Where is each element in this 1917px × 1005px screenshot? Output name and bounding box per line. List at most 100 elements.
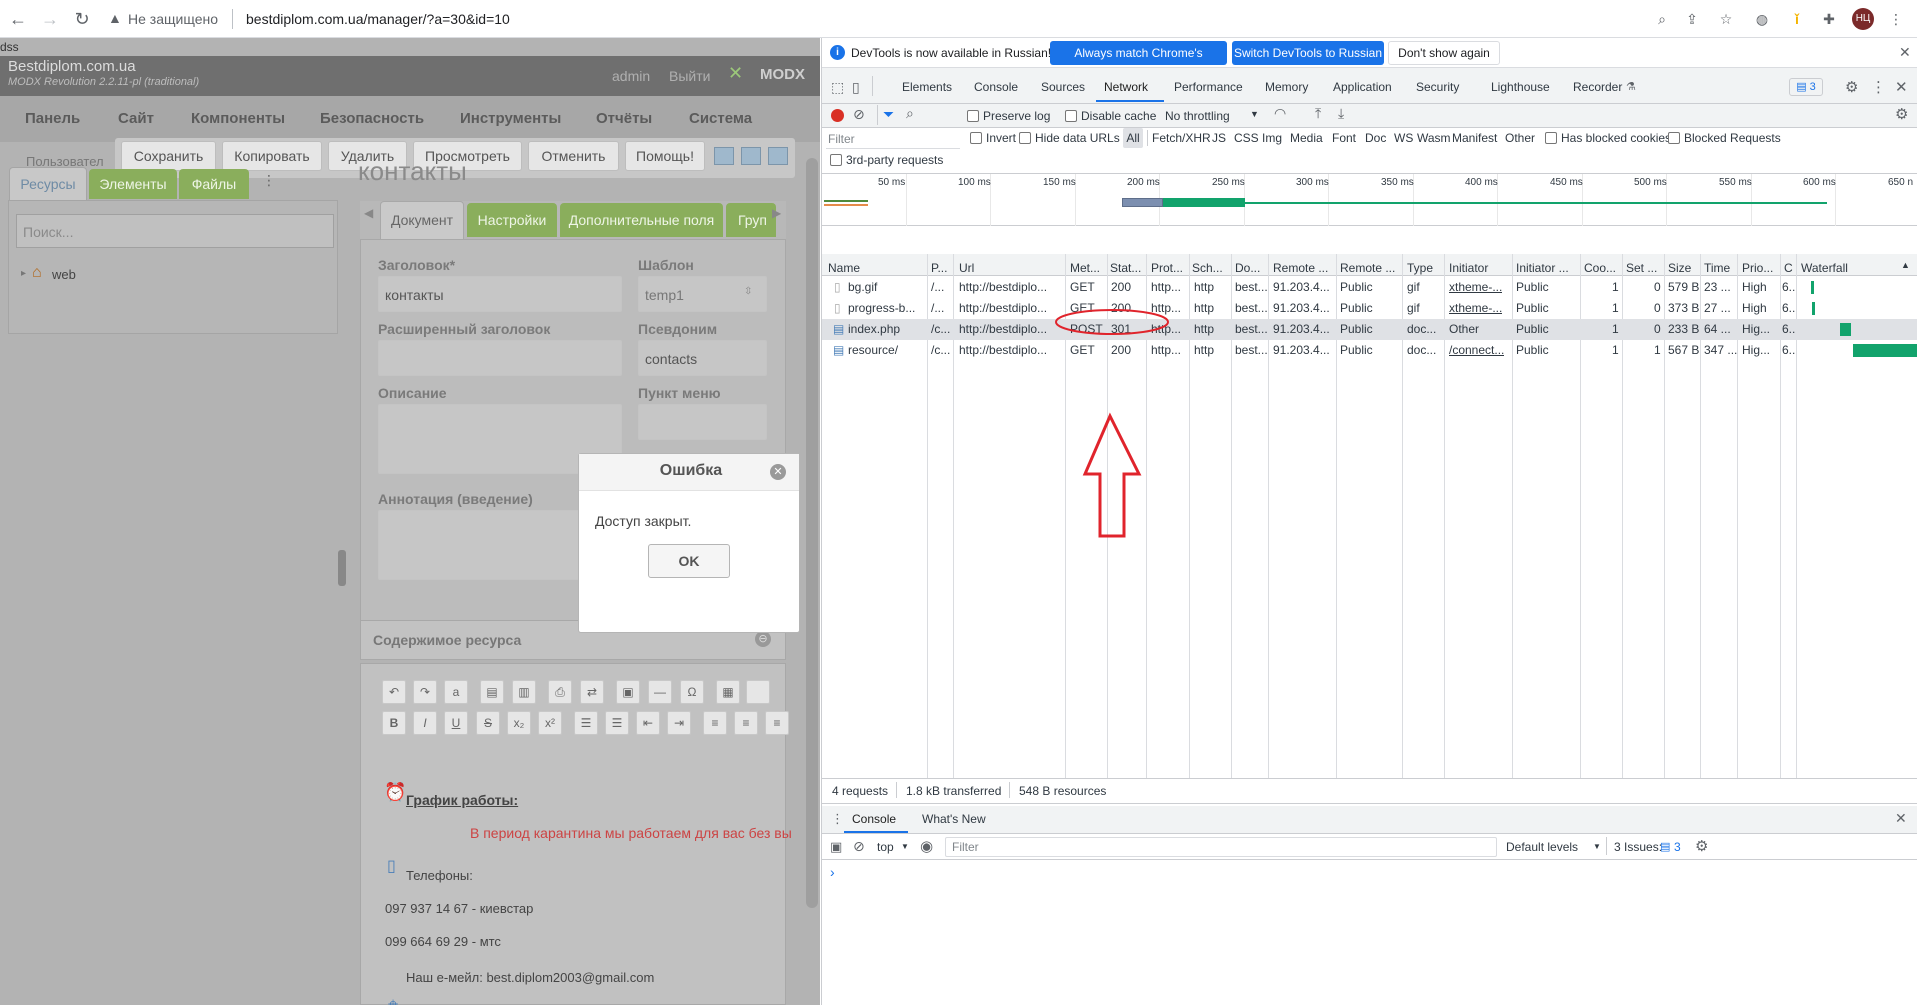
undo-icon[interactable]: ↶	[382, 680, 406, 704]
tab-security[interactable]: Security	[1416, 74, 1459, 100]
tab-template-variables[interactable]: Дополнительные поля	[560, 203, 723, 237]
sort-up-arrow-icon[interactable]: ▲	[1901, 260, 1910, 270]
col-protocol[interactable]: Prot...	[1151, 258, 1187, 278]
paste-icon[interactable]: ▤	[480, 680, 504, 704]
expand-arrow-icon[interactable]: ▸	[21, 268, 26, 279]
save-button[interactable]: Сохранить	[121, 141, 216, 171]
eye-icon[interactable]: ◉	[920, 837, 933, 855]
redo-icon[interactable]: ↷	[413, 680, 437, 704]
user-link[interactable]: admin	[612, 68, 650, 84]
image-icon[interactable]: ▦	[716, 680, 740, 704]
sidebar-toggle-icon[interactable]: ▣	[830, 839, 842, 855]
dont-show-button[interactable]: Don't show again	[1388, 41, 1500, 65]
back-arrow-icon[interactable]: ←	[6, 7, 30, 31]
filter-all[interactable]: All	[1123, 128, 1143, 148]
layout-icon[interactable]	[741, 147, 761, 165]
bold-icon[interactable]: B	[382, 711, 406, 735]
issues-badge[interactable]: ▤ 3	[1789, 78, 1823, 96]
print-icon[interactable]: ⎙	[548, 680, 572, 704]
warning-triangle-icon[interactable]: ▲	[108, 10, 122, 26]
align-center-icon[interactable]: ≡	[734, 711, 758, 735]
kebab-menu-icon[interactable]: ⋮	[1886, 9, 1906, 29]
col-status[interactable]: Stat...	[1110, 258, 1144, 278]
cancel-button[interactable]: Отменить	[528, 141, 619, 171]
checkbox-box[interactable]	[1668, 132, 1680, 144]
filter-manifest[interactable]: Manifest	[1452, 128, 1497, 148]
filter-css[interactable]: CSS	[1234, 128, 1259, 148]
col-scheme[interactable]: Sch...	[1192, 258, 1228, 278]
help-button[interactable]: Помощь!	[625, 141, 705, 171]
reload-icon[interactable]: ↻	[70, 7, 94, 31]
align-right-icon[interactable]: ≡	[765, 711, 789, 735]
tab-groups[interactable]: Груп	[726, 203, 776, 237]
checkbox-box[interactable]	[1545, 132, 1557, 144]
media-icon[interactable]: ▣	[616, 680, 640, 704]
col-remote-space[interactable]: Remote ...	[1340, 258, 1400, 278]
hide-data-urls-checkbox[interactable]: Hide data URLs	[1019, 128, 1120, 148]
menu-item-system[interactable]: Система	[689, 110, 752, 127]
tab-network[interactable]: Network	[1104, 74, 1148, 100]
third-party-checkbox[interactable]: 3rd-party requests	[830, 150, 943, 170]
throttling-select[interactable]: No throttling	[1165, 109, 1230, 123]
filter-wasm[interactable]: Wasm	[1417, 128, 1451, 148]
preserve-log-checkbox[interactable]: Preserve log	[967, 109, 1050, 123]
kebab-menu-icon[interactable]: ⋮	[1871, 78, 1886, 96]
filter-input[interactable]: Filter	[826, 129, 960, 149]
col-initiator[interactable]: Initiator	[1449, 258, 1509, 278]
filter-ws[interactable]: WS	[1394, 128, 1413, 148]
col-url[interactable]: Url	[959, 258, 1063, 278]
col-size[interactable]: Size	[1668, 258, 1698, 278]
cell-initiator[interactable]: xtheme-...	[1449, 298, 1502, 319]
security-label[interactable]: Не защищено	[128, 11, 218, 27]
toolbar-icon[interactable]	[746, 680, 770, 704]
col-cookies[interactable]: Coo...	[1584, 258, 1620, 278]
export-har-icon[interactable]: ⤓	[1338, 105, 1344, 122]
import-har-icon[interactable]: ⤒	[1315, 105, 1321, 122]
tab-elements[interactable]: Elements	[902, 74, 952, 100]
blocked-cookies-checkbox[interactable]: Has blocked cookies	[1545, 128, 1671, 148]
blocked-requests-checkbox[interactable]: Blocked Requests	[1668, 128, 1781, 148]
outdent-icon[interactable]: ⇤	[636, 711, 660, 735]
kebab-menu-icon[interactable]: ⋮	[831, 811, 844, 827]
tab-document[interactable]: Документ	[380, 201, 464, 239]
console-settings-gear-icon[interactable]: ⚙	[1695, 837, 1708, 855]
title-field[interactable]: контакты	[378, 276, 622, 312]
col-time[interactable]: Time	[1704, 258, 1735, 278]
menu-item-components[interactable]: Компоненты	[191, 110, 285, 127]
logout-link[interactable]: Выйти	[669, 68, 710, 84]
longtitle-field[interactable]	[378, 340, 622, 376]
checkbox-box[interactable]	[1019, 132, 1031, 144]
table-row[interactable]: ▯ progress-b... /... http://bestdiplo...…	[822, 298, 1917, 319]
menu-item-site[interactable]: Сайт	[118, 110, 154, 127]
col-domain[interactable]: Do...	[1235, 258, 1267, 278]
cell-initiator[interactable]: xtheme-...	[1449, 277, 1502, 298]
collapse-icon[interactable]: ⊖	[755, 631, 771, 647]
subscript-icon[interactable]: x₂	[507, 711, 531, 735]
network-conditions-icon[interactable]: ◠	[1274, 105, 1286, 122]
checkbox-box[interactable]	[967, 110, 979, 122]
page-scrollbar[interactable]	[806, 158, 818, 908]
select-arrows-icon[interactable]: ⇳	[744, 286, 752, 297]
layout-icon[interactable]	[768, 147, 788, 165]
tab-resources[interactable]: Ресурсы	[9, 167, 87, 200]
layout-icon[interactable]	[714, 147, 734, 165]
match-language-button[interactable]: Always match Chrome's language	[1050, 41, 1227, 84]
switch-language-button[interactable]: Switch DevTools to Russian	[1232, 41, 1384, 65]
col-remote-address[interactable]: Remote ...	[1273, 258, 1333, 278]
col-type[interactable]: Type	[1407, 258, 1441, 278]
log-levels-select[interactable]: Default levels	[1506, 840, 1578, 854]
tree-node-web[interactable]: web	[52, 267, 76, 282]
settings-gear-icon[interactable]: ⚙	[1845, 78, 1858, 96]
table-row[interactable]: ▯ bg.gif /... http://bestdiplo... GET 20…	[822, 277, 1917, 298]
filter-media[interactable]: Media	[1290, 128, 1323, 148]
search-replace-icon[interactable]: ⇄	[580, 680, 604, 704]
col-connection[interactable]: C	[1784, 258, 1794, 278]
dropdown-arrow-icon[interactable]: ▼	[901, 842, 909, 851]
disable-cache-checkbox[interactable]: Disable cache	[1065, 109, 1156, 123]
clear-icon[interactable]: ⊘	[853, 106, 865, 123]
close-icon[interactable]: ✕	[1895, 810, 1907, 827]
network-settings-icon[interactable]: ⚙	[1895, 105, 1908, 123]
menu-item-security[interactable]: Безопасность	[320, 110, 424, 127]
dropdown-arrow-icon[interactable]: ▼	[1250, 109, 1259, 119]
profile-avatar[interactable]: НЦ	[1852, 8, 1874, 30]
